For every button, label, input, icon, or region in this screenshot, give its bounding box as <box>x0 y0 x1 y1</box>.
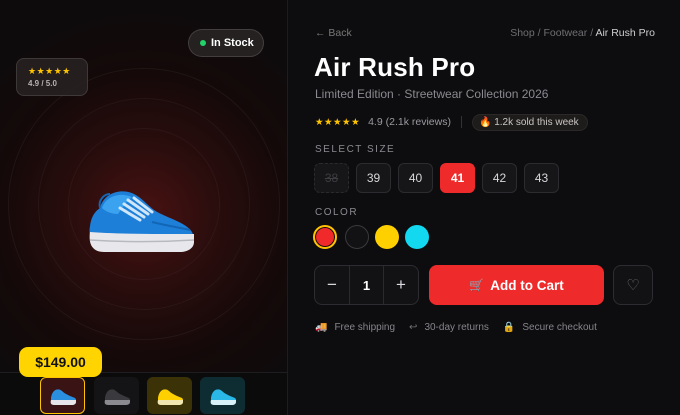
size-option-40[interactable]: 40 <box>398 163 433 193</box>
stock-badge: In Stock <box>188 29 264 57</box>
sneaker-icon <box>210 388 236 405</box>
size-option-42[interactable]: 42 <box>482 163 517 193</box>
cart-icon: 🛒 <box>469 278 485 292</box>
quantity-value[interactable]: 1 <box>349 266 384 304</box>
perk-label: 30-day returns <box>424 321 489 333</box>
color-swatch-cyan[interactable] <box>405 225 429 249</box>
return-icon: ↩ <box>409 321 418 333</box>
size-option-41[interactable]: 41 <box>440 163 475 193</box>
thumbnail-1[interactable] <box>40 377 85 414</box>
product-title: Air Rush Pro <box>314 52 476 82</box>
color-swatch-red[interactable] <box>313 225 337 249</box>
add-to-cart-button[interactable]: 🛒 Add to Cart <box>429 265 604 305</box>
lock-icon: 🔒 <box>502 321 516 333</box>
add-to-cart-label: Add to Cart <box>490 277 564 293</box>
size-option-39[interactable]: 39 <box>356 163 391 193</box>
top-nav: ← Back Shop / Footwear / Air Rush Pro <box>315 27 655 41</box>
back-link[interactable]: ← Back <box>315 27 352 39</box>
stock-dot-icon <box>200 40 206 46</box>
stock-label: In Stock <box>211 37 254 49</box>
rating-score: 4.9 / 5.0 <box>28 79 57 88</box>
perk-secure: 🔒 Secure checkout <box>503 322 597 333</box>
perk-returns: ↩ 30-day returns <box>409 322 489 333</box>
breadcrumb-shop[interactable]: Shop <box>510 27 535 39</box>
review-summary: ★★★★★ 4.9 (2.1k reviews) 🔥 1.2k sold thi… <box>315 113 588 131</box>
product-gallery: ★★★★★ 4.9 / 5.0 In Stock $149.00 <box>0 0 288 415</box>
divider <box>460 116 462 128</box>
color-swatch-black[interactable] <box>345 225 369 249</box>
breadcrumb: Shop / Footwear / Air Rush Pro <box>510 27 655 39</box>
decrease-button[interactable]: − <box>315 266 349 304</box>
sold-badge: 🔥 1.2k sold this week <box>471 113 588 131</box>
rating-stars: ★★★★★ <box>28 66 71 76</box>
color-swatch-yellow[interactable] <box>375 225 399 249</box>
color-label: COLOR <box>315 207 359 218</box>
favorite-button[interactable]: ♡ <box>613 265 653 305</box>
size-label: SELECT SIZE <box>315 144 396 155</box>
size-option-38: 38 <box>314 163 349 193</box>
review-count[interactable]: 4.9 (2.1k reviews) <box>368 116 451 128</box>
increase-button[interactable]: + <box>384 266 418 304</box>
review-stars: ★★★★★ <box>315 116 361 128</box>
sneaker-icon[interactable] <box>82 170 202 260</box>
perk-shipping: 🚚 Free shipping <box>315 322 395 333</box>
thumbnail-4[interactable] <box>200 377 245 414</box>
perk-label: Free shipping <box>334 321 396 333</box>
quantity-stepper: − 1 + <box>314 265 419 305</box>
price-badge: $149.00 <box>19 347 102 377</box>
perks-row: 🚚 Free shipping ↩ 30-day returns 🔒 Secur… <box>315 320 611 334</box>
thumbnail-3[interactable] <box>147 377 192 414</box>
product-subtitle: Limited Edition · Streetwear Collection … <box>315 87 549 101</box>
truck-icon: 🚚 <box>315 321 328 333</box>
heart-icon: ♡ <box>626 277 640 294</box>
sneaker-icon <box>157 388 183 405</box>
perk-label: Secure checkout <box>522 321 597 333</box>
breadcrumb-current: Air Rush Pro <box>595 27 655 39</box>
sneaker-icon <box>104 388 130 405</box>
size-option-43[interactable]: 43 <box>524 163 559 193</box>
breadcrumb-footwear[interactable]: Footwear <box>544 27 588 39</box>
thumbnail-2[interactable] <box>94 377 139 414</box>
rating-card: ★★★★★ 4.9 / 5.0 <box>16 58 88 96</box>
sneaker-icon <box>50 388 76 405</box>
